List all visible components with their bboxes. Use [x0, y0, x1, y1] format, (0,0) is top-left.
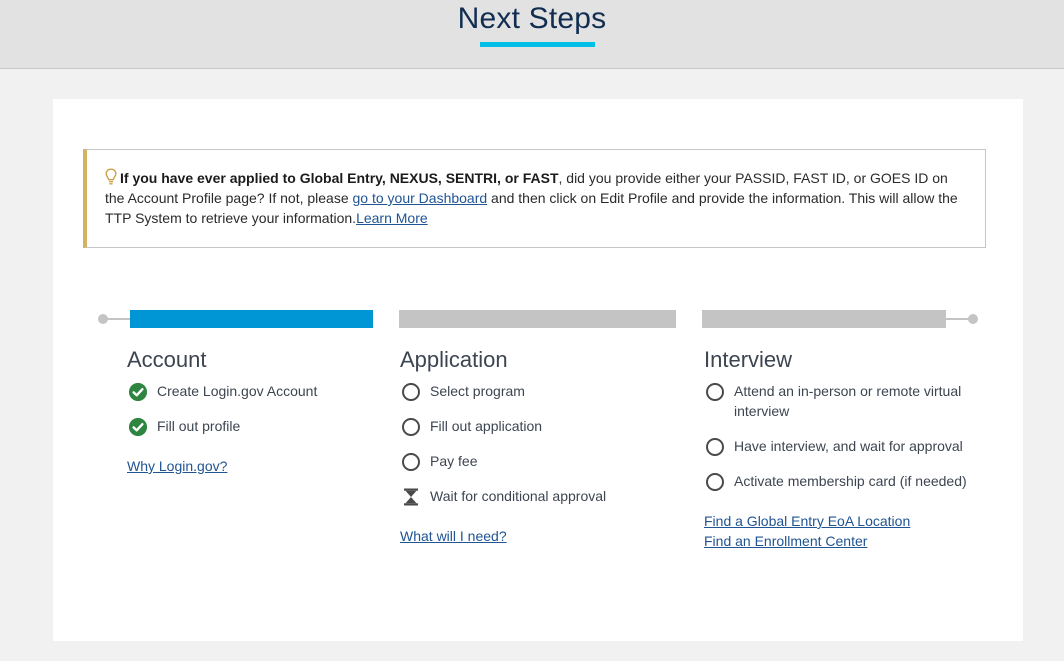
item-label: Pay fee [430, 453, 478, 469]
page-title: Next Steps [457, 2, 607, 35]
find-enrollment-center-link[interactable]: Find an Enrollment Center [704, 531, 979, 551]
list-item: Fill out application [400, 416, 680, 436]
list-item: Activate membership card (if needed) [704, 471, 979, 491]
notice-bold-text: If you have ever applied to Global Entry… [120, 170, 559, 186]
list-item: Select program [400, 381, 680, 401]
list-item: Wait for conditional approval [400, 486, 680, 506]
item-label: Have interview, and wait for approval [734, 438, 963, 454]
progress-bar-account [130, 310, 373, 328]
item-label: Activate membership card (if needed) [734, 473, 967, 489]
item-label: Fill out profile [157, 418, 241, 434]
progress-start-line [105, 318, 131, 320]
lightbulb-icon [105, 168, 117, 185]
progress-bar-interview [702, 310, 946, 328]
item-label: Create Login.gov Account [157, 383, 318, 399]
empty-circle-icon [706, 473, 724, 491]
item-label: Wait for conditional approval [430, 488, 607, 504]
item-label: Select program [430, 383, 525, 399]
empty-circle-icon [706, 438, 724, 456]
why-login-gov-link[interactable]: Why Login.gov? [127, 456, 387, 476]
what-will-i-need-link[interactable]: What will I need? [400, 526, 680, 546]
global-entry-notice: If you have ever applied to Global Entry… [83, 149, 986, 248]
account-column: Account Create Login.gov Account Fill ou… [127, 346, 387, 476]
application-column: Application Select program Fill out appl… [400, 346, 680, 546]
account-heading: Account [127, 347, 207, 372]
list-item: Create Login.gov Account [127, 381, 387, 401]
progress-bar-application [399, 310, 676, 328]
check-circle-icon [129, 383, 147, 401]
learn-more-link[interactable]: Learn More [356, 210, 428, 226]
application-heading: Application [400, 347, 508, 372]
list-item: Have interview, and wait for approval [704, 436, 979, 456]
next-steps-card: If you have ever applied to Global Entry… [53, 99, 1023, 641]
list-item: Pay fee [400, 451, 680, 471]
item-label: Fill out application [430, 418, 543, 434]
interview-column: Interview Attend an in-person or remote … [704, 346, 979, 551]
find-eoa-location-link[interactable]: Find a Global Entry EoA Location [704, 511, 979, 531]
check-circle-icon [129, 418, 147, 436]
item-label: Attend an in-person or remote virtual in… [734, 383, 962, 419]
empty-circle-icon [402, 383, 420, 401]
page-header: Next Steps [0, 0, 1064, 69]
empty-circle-icon [402, 453, 420, 471]
title-underline [480, 42, 595, 47]
list-item: Attend an in-person or remote virtual in… [704, 381, 974, 421]
empty-circle-icon [402, 418, 420, 436]
empty-circle-icon [706, 383, 724, 401]
progress-end-dot [968, 314, 978, 324]
interview-heading: Interview [704, 347, 793, 372]
hourglass-icon [404, 488, 418, 506]
dashboard-link[interactable]: go to your Dashboard [353, 190, 488, 206]
list-item: Fill out profile [127, 416, 387, 436]
